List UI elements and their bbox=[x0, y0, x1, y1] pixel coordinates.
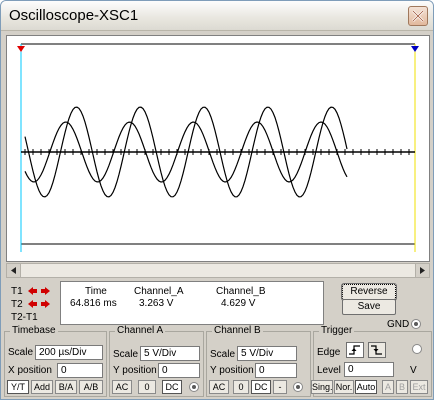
channel-a-ypos-field[interactable]: 0 bbox=[158, 363, 200, 378]
timebase-title: Timebase bbox=[10, 325, 58, 336]
cursor-t2-marker[interactable] bbox=[411, 46, 419, 52]
cursor-t1-marker[interactable] bbox=[17, 46, 25, 52]
channel-a-header: Channel_A bbox=[134, 286, 184, 297]
measurement-panel: T1 T2 T2-T1 Time Channel_A Channel_B 64.… bbox=[6, 281, 430, 330]
channel-b-invert-button[interactable]: - bbox=[273, 380, 287, 394]
channel-a-value: 3.263 V bbox=[139, 298, 174, 309]
timebase-scale-label: Scale bbox=[8, 347, 34, 358]
t2-label: T2 bbox=[11, 299, 23, 310]
channel-b-zero-button[interactable]: 0 bbox=[233, 380, 249, 394]
trigger-single-button[interactable]: Sing. bbox=[311, 380, 333, 394]
arrow-left-icon bbox=[11, 267, 16, 274]
mode-ba-button[interactable]: B/A bbox=[55, 380, 77, 394]
t2-t1-label: T2-T1 bbox=[11, 312, 38, 323]
t1-label: T1 bbox=[11, 286, 23, 297]
scroll-right-button[interactable] bbox=[415, 264, 429, 277]
channel-b-title: Channel B bbox=[212, 325, 263, 336]
t1-move-arrows-icon[interactable] bbox=[28, 287, 50, 295]
channel-a-dc-button[interactable]: DC bbox=[162, 380, 182, 394]
close-button[interactable] bbox=[408, 6, 428, 26]
channel-a-scale-label: Scale bbox=[113, 349, 139, 360]
channel-b-value: 4.629 V bbox=[221, 298, 256, 309]
channel-b-ac-button[interactable]: AC bbox=[209, 380, 229, 394]
time-header: Time bbox=[85, 286, 107, 297]
falling-edge-button[interactable] bbox=[368, 342, 386, 358]
gnd-label: GND bbox=[387, 319, 410, 330]
channel-b-ypos-field[interactable]: 0 bbox=[255, 363, 297, 378]
timebase-group: Timebase Scale 200 µs/Div X position 0 Y… bbox=[4, 325, 107, 397]
channel-b-radio[interactable] bbox=[293, 382, 303, 392]
channel-a-group: Channel A Scale 5 V/Div Y position 0 AC … bbox=[109, 325, 204, 397]
channel-a-radio[interactable] bbox=[189, 382, 199, 392]
arrow-right-icon bbox=[420, 267, 425, 274]
falling-edge-icon bbox=[371, 345, 382, 355]
channel-b-header: Channel_B bbox=[216, 286, 266, 297]
trigger-level-unit: V bbox=[410, 365, 417, 376]
channel-b-group: Channel B Scale 5 V/Div Y position 0 AC … bbox=[206, 325, 311, 397]
t2-move-arrows-icon[interactable] bbox=[28, 300, 50, 308]
scope-display bbox=[6, 35, 430, 262]
readout-box: Time Channel_A Channel_B 64.816 ms 3.263… bbox=[60, 281, 324, 325]
mode-ab-button[interactable]: A/B bbox=[79, 380, 103, 394]
channel-b-dc-button[interactable]: DC bbox=[251, 380, 271, 394]
trigger-source-a-button[interactable]: A bbox=[382, 380, 394, 394]
x-position-field[interactable]: 0 bbox=[57, 363, 103, 378]
trigger-radio[interactable] bbox=[412, 344, 422, 354]
channel-a-ypos-label: Y position bbox=[113, 365, 157, 376]
reverse-button[interactable]: Reverse bbox=[341, 283, 397, 301]
channel-a-ac-button[interactable]: AC bbox=[112, 380, 132, 394]
oscilloscope-window: Oscilloscope-XSC1 T1 T2 T2-T1 Time Chann… bbox=[0, 0, 434, 400]
scroll-left-button[interactable] bbox=[7, 264, 21, 277]
x-position-label: X position bbox=[8, 365, 52, 376]
trigger-source-b-button[interactable]: B bbox=[396, 380, 408, 394]
save-button[interactable]: Save bbox=[342, 299, 396, 315]
scope-screen bbox=[17, 43, 419, 252]
channel-b-scale-field[interactable]: 5 V/Div bbox=[237, 346, 297, 361]
rising-edge-button[interactable] bbox=[346, 342, 364, 358]
mode-add-button[interactable]: Add bbox=[31, 380, 53, 394]
channel-a-title: Channel A bbox=[115, 325, 166, 336]
timebase-scale-field[interactable]: 200 µs/Div bbox=[35, 345, 103, 360]
trigger-group: Trigger Edge Level 0 V Sing. Nor. Auto A… bbox=[311, 325, 432, 397]
window-title: Oscilloscope-XSC1 bbox=[9, 7, 139, 24]
trigger-normal-button[interactable]: Nor. bbox=[334, 380, 354, 394]
time-value: 64.816 ms bbox=[70, 298, 117, 309]
close-icon bbox=[412, 10, 424, 22]
trigger-title: Trigger bbox=[319, 325, 355, 336]
channel-b-ypos-label: Y position bbox=[210, 365, 254, 376]
title-bar[interactable]: Oscilloscope-XSC1 bbox=[1, 1, 433, 31]
channel-b-scale-label: Scale bbox=[210, 349, 236, 360]
gnd-radio[interactable] bbox=[411, 319, 421, 329]
trigger-auto-button[interactable]: Auto bbox=[355, 380, 377, 394]
trigger-edge-label: Edge bbox=[317, 347, 341, 358]
channel-a-scale-field[interactable]: 5 V/Div bbox=[140, 346, 200, 361]
horizontal-scrollbar[interactable] bbox=[6, 263, 430, 278]
rising-edge-icon bbox=[349, 345, 360, 355]
center-axis bbox=[21, 149, 415, 155]
trigger-level-label: Level bbox=[317, 365, 341, 376]
mode-yt-button[interactable]: Y/T bbox=[7, 380, 29, 394]
trigger-ext-button[interactable]: Ext bbox=[410, 380, 428, 394]
trigger-level-field[interactable]: 0 bbox=[344, 362, 394, 377]
channel-a-zero-button[interactable]: 0 bbox=[138, 380, 156, 394]
